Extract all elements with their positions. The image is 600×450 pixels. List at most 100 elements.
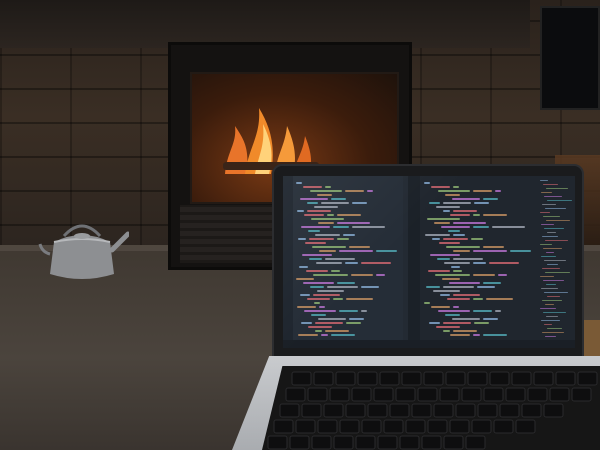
keyboard-key [445, 371, 466, 386]
code-line [427, 218, 460, 220]
keyboard-key [521, 403, 542, 418]
code-line [453, 330, 477, 332]
code-line [438, 310, 470, 312]
minimap-line [540, 308, 556, 309]
minimap-line [545, 208, 566, 209]
minimap-line [547, 328, 562, 329]
keyboard-key [289, 435, 310, 450]
code-line [441, 226, 470, 228]
keyboard-key [549, 387, 570, 402]
code-line [453, 294, 480, 296]
code-line [453, 258, 483, 260]
code-line [439, 242, 460, 244]
keyboard-key [527, 387, 548, 402]
keyboard-key [317, 419, 338, 434]
code-line [489, 262, 519, 264]
code-line [452, 318, 480, 320]
code-line [445, 314, 460, 316]
keyboard-key [443, 435, 464, 450]
code-line [471, 238, 483, 240]
code-line [477, 286, 495, 288]
code-line [431, 186, 450, 188]
code-line [453, 222, 486, 224]
minimap-line [540, 244, 552, 245]
code-line [486, 298, 513, 300]
keyboard-key [555, 371, 576, 386]
code-line [437, 258, 450, 260]
minimap-line [540, 276, 554, 277]
code-line [498, 274, 507, 276]
code-line [495, 190, 501, 192]
code-line [429, 202, 440, 204]
minimap-line [545, 272, 570, 273]
code-line [473, 310, 492, 312]
minimap-line [542, 332, 564, 333]
keyboard-key [471, 419, 492, 434]
code-line [436, 206, 460, 208]
code-line [453, 210, 477, 212]
code-line [452, 198, 480, 200]
keyboard-key [329, 387, 350, 402]
code-line [474, 202, 489, 204]
keyboard-key [455, 403, 476, 418]
minimap-line [546, 220, 570, 221]
minimap-line [546, 252, 554, 253]
keyboard-key [499, 403, 520, 418]
keyboard-key [427, 419, 448, 434]
keyboard-key [421, 435, 442, 450]
keyboard-key [433, 403, 454, 418]
minimap-line [545, 336, 556, 337]
minimap-line [543, 184, 558, 185]
keyboard-key [291, 371, 312, 386]
keyboard-key [361, 419, 382, 434]
keyboard-key [423, 371, 444, 386]
keyboard-key [533, 371, 554, 386]
minimap-line [543, 312, 566, 313]
minimap-line [547, 296, 560, 297]
keyboard-key [489, 371, 510, 386]
photo-scene [0, 0, 600, 450]
code-line [438, 190, 470, 192]
keyboard-key [267, 435, 288, 450]
minimap-line [544, 324, 552, 325]
keyboard-key [335, 371, 356, 386]
minimap-line [542, 204, 556, 205]
code-line [473, 190, 492, 192]
code-line [473, 250, 507, 252]
code-line [473, 334, 480, 336]
code-line [448, 230, 460, 232]
keyboard-key [571, 387, 592, 402]
code-line [435, 274, 470, 276]
keyboard-key [311, 435, 332, 450]
code-line [443, 322, 471, 324]
keyboard-key [345, 403, 366, 418]
keyboard-key [449, 419, 470, 434]
code-line [483, 198, 498, 200]
keyboard-key [273, 419, 294, 434]
code-line [436, 326, 460, 328]
minimap-line [540, 212, 550, 213]
minimap-line [545, 240, 568, 241]
keyboard-key [379, 371, 400, 386]
code-line [443, 210, 450, 212]
minimap-line [541, 256, 556, 257]
keyboard-key [377, 435, 398, 450]
keyboard-key [355, 435, 376, 450]
keyboard-key [279, 403, 300, 418]
code-line [453, 306, 459, 308]
code-line [443, 202, 471, 204]
minimap-line [547, 264, 558, 265]
editor-status-bar [283, 340, 575, 348]
code-line [443, 330, 450, 332]
code-line [430, 254, 460, 256]
code-line [453, 270, 462, 272]
minimap-line [543, 280, 564, 281]
keyboard-key [351, 387, 372, 402]
keyboard-key [333, 435, 354, 450]
code-line [453, 250, 470, 252]
minimap-line [542, 268, 560, 269]
minimap-line [544, 260, 566, 261]
keyboard-keys [267, 371, 598, 450]
keyboard-key [401, 371, 422, 386]
code-line [440, 294, 450, 296]
